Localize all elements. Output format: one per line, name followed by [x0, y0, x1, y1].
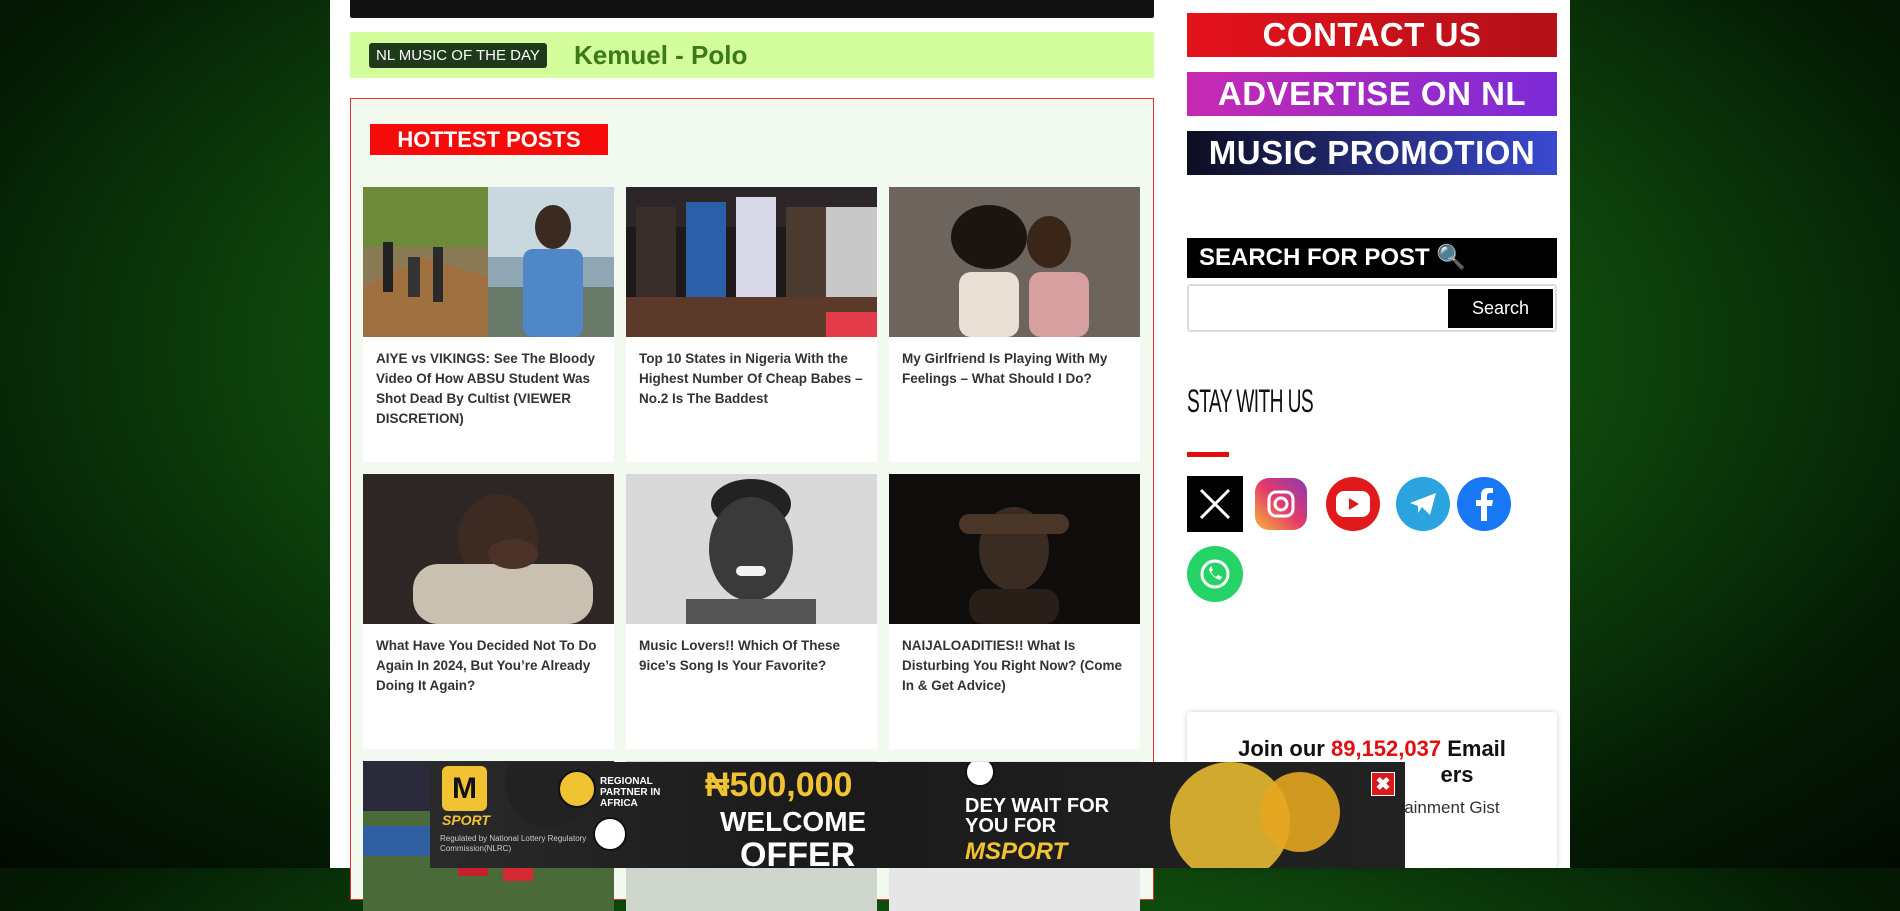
ad-offer: OFFER	[740, 836, 856, 868]
post-thumbnail[interactable]	[889, 474, 1140, 624]
msport-logo: M	[442, 766, 487, 811]
post-thumbnail[interactable]	[626, 187, 877, 337]
contact-us-button[interactable]: CONTACT US	[1187, 13, 1557, 57]
ad-brand-tag: MSPORT	[965, 838, 1068, 865]
post-caption[interactable]: What Have You Decided Not To Do Again In…	[363, 624, 614, 708]
whatsapp-icon[interactable]	[1187, 546, 1243, 602]
main-column: NL MUSIC OF THE DAY Kemuel - Polo HOTTES…	[330, 0, 1168, 911]
subscribe-prefix: Join our	[1238, 736, 1331, 761]
post-card[interactable]: My Girlfriend Is Playing With My Feeling…	[889, 187, 1140, 462]
sidebar: CONTACT US ADVERTISE ON NL MUSIC PROMOTI…	[1187, 0, 1570, 868]
search-form: Search	[1187, 284, 1557, 332]
post-thumbnail[interactable]	[363, 474, 614, 624]
post-card[interactable]: NAIJALOADITIES!! What Is Disturbing You …	[889, 474, 1140, 749]
post-caption[interactable]: Music Lovers!! Which Of These 9ice’s Son…	[626, 624, 877, 688]
post-thumbnail[interactable]	[363, 187, 614, 337]
post-card[interactable]: Top 10 States in Nigeria With the Highes…	[626, 187, 877, 462]
hottest-posts-title: HOTTEST POSTS	[370, 124, 608, 155]
post-caption[interactable]: NAIJALOADITIES!! What Is Disturbing You …	[889, 624, 1140, 708]
ad-welcome: WELCOME	[720, 806, 867, 837]
advertise-button[interactable]: ADVERTISE ON NL	[1187, 72, 1557, 116]
instagram-icon[interactable]	[1255, 478, 1307, 530]
subscriber-count: 89,152,037	[1330, 736, 1442, 761]
stay-with-us-title: STAY WITH US	[1187, 383, 1314, 419]
search-heading: SEARCH FOR POST 🔍	[1187, 238, 1557, 278]
post-card[interactable]: What Have You Decided Not To Do Again In…	[363, 474, 614, 749]
ad-partner-text: REGIONAL PARTNER IN AFRICA	[600, 776, 661, 809]
x-icon[interactable]	[1187, 476, 1243, 532]
telegram-icon[interactable]	[1396, 477, 1450, 531]
msport-ad-banner[interactable]: M SPORT REGIONAL PARTNER IN AFRICA Regul…	[430, 762, 1405, 868]
ad-close-icon[interactable]: ✖	[1371, 772, 1395, 796]
music-promotion-button[interactable]: MUSIC PROMOTION	[1187, 131, 1557, 175]
post-caption[interactable]: My Girlfriend Is Playing With My Feeling…	[889, 337, 1140, 401]
top-banner-strip	[350, 0, 1154, 18]
post-card[interactable]: AIYE vs VIKINGS: See The Bloody Video Of…	[363, 187, 614, 462]
bvb-badge-icon	[558, 770, 596, 808]
post-caption[interactable]: AIYE vs VIKINGS: See The Bloody Video Of…	[363, 337, 614, 441]
music-of-the-day[interactable]: NL MUSIC OF THE DAY Kemuel - Polo	[350, 32, 1154, 78]
post-thumbnail[interactable]	[889, 187, 1140, 337]
post-caption[interactable]: Top 10 States in Nigeria With the Highes…	[626, 337, 877, 421]
ad-tagline: DEY WAIT FOR YOU FOR	[965, 795, 1110, 837]
youtube-icon[interactable]	[1326, 477, 1380, 531]
page-container: NL MUSIC OF THE DAY Kemuel - Polo HOTTES…	[330, 0, 1570, 911]
subscribe-suffix: Email	[1441, 736, 1506, 761]
search-button[interactable]: Search	[1448, 289, 1553, 328]
msport-brand: SPORT	[442, 812, 490, 828]
ad-regulated-text: Regulated by National Lottery Regulatory…	[440, 834, 587, 853]
post-thumbnail[interactable]	[626, 474, 877, 624]
facebook-icon[interactable]	[1457, 477, 1511, 531]
music-of-day-badge: NL MUSIC OF THE DAY	[369, 43, 547, 68]
post-card[interactable]: Music Lovers!! Which Of These 9ice’s Son…	[626, 474, 877, 749]
ad-amount: ₦500,000	[705, 766, 853, 804]
search-input[interactable]	[1195, 292, 1444, 326]
music-of-day-song[interactable]: Kemuel - Polo	[574, 40, 747, 71]
stay-divider	[1187, 452, 1229, 457]
